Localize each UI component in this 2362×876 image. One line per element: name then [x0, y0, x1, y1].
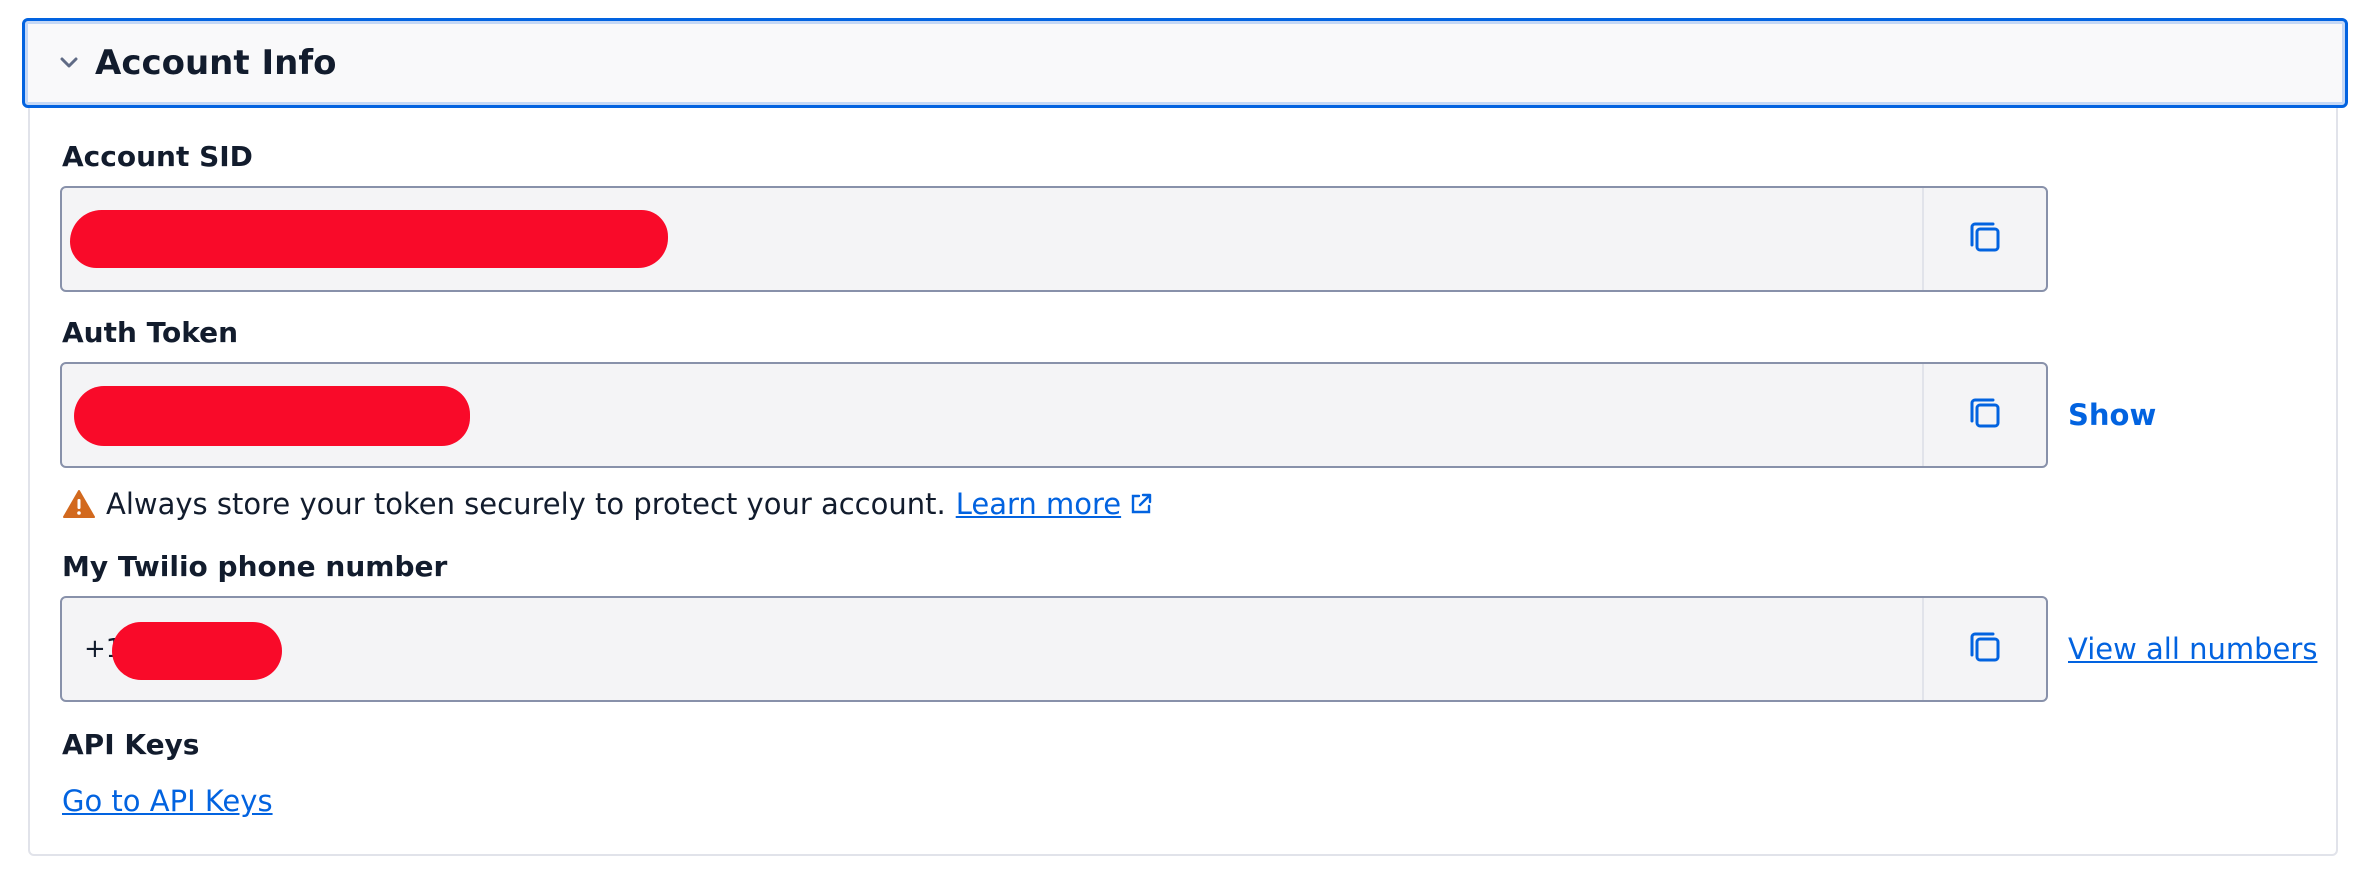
phone-number-label: My Twilio phone number [62, 550, 448, 583]
view-all-numbers-link[interactable]: View all numbers [2068, 632, 2317, 666]
copy-phone-number-button[interactable] [1922, 598, 2046, 700]
copy-account-sid-button[interactable] [1922, 188, 2046, 290]
phone-number-value[interactable]: +1 [62, 598, 1922, 700]
warning-triangle-icon [62, 489, 96, 519]
redaction-mark [70, 210, 668, 268]
api-keys-label: API Keys [62, 728, 200, 761]
account-info-panel: Account Info Account SID Auth Token Show… [22, 18, 2348, 856]
account-sid-field[interactable] [60, 186, 2048, 292]
copy-icon [1968, 220, 2002, 258]
copy-auth-token-button[interactable] [1922, 364, 2046, 466]
panel-title: Account Info [95, 43, 337, 83]
copy-icon [1968, 630, 2002, 668]
go-to-api-keys-link[interactable]: Go to API Keys [62, 784, 273, 818]
show-token-button[interactable]: Show [2068, 398, 2156, 432]
copy-icon [1968, 396, 2002, 434]
chevron-down-icon [59, 53, 79, 73]
security-warning: Always store your token securely to prot… [62, 484, 1153, 524]
external-link-icon[interactable] [1129, 492, 1153, 516]
learn-more-link[interactable]: Learn more [956, 487, 1121, 521]
account-sid-value[interactable] [62, 188, 1922, 290]
phone-number-field[interactable]: +1 [60, 596, 2048, 702]
warning-text: Always store your token securely to prot… [106, 487, 946, 521]
auth-token-label: Auth Token [62, 316, 239, 349]
account-info-toggle[interactable]: Account Info [22, 18, 2348, 108]
redaction-mark [74, 386, 470, 446]
auth-token-value[interactable] [62, 364, 1922, 466]
redaction-mark [112, 622, 282, 680]
auth-token-field[interactable] [60, 362, 2048, 468]
account-sid-label: Account SID [62, 140, 253, 173]
